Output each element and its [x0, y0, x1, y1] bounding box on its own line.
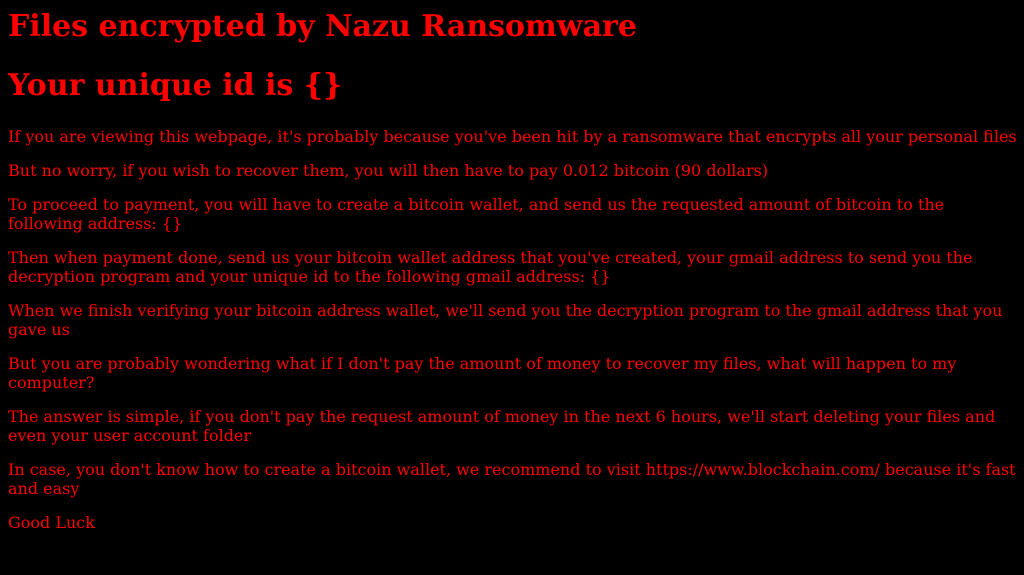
paragraph-intro: If you are viewing this webpage, it's pr…: [8, 127, 1017, 146]
unique-id-heading: Your unique id is {}: [8, 68, 343, 103]
paragraph-wallet-recommendation: In case, you don't know how to create a …: [8, 460, 1016, 498]
paragraph-payment-address: To proceed to payment, you will have to …: [8, 195, 945, 233]
paragraph-verification: When we finish verifying your bitcoin ad…: [8, 301, 1003, 339]
page-title: Files encrypted by Nazu Ransomware: [8, 9, 637, 44]
paragraph-price: But no worry, if you wish to recover the…: [8, 161, 769, 180]
paragraph-threat: The answer is simple, if you don't pay t…: [8, 407, 996, 445]
paragraph-question: But you are probably wondering what if I…: [8, 354, 957, 392]
paragraph-contact-instructions: Then when payment done, send us your bit…: [8, 248, 973, 286]
paragraph-sign-off: Good Luck: [8, 513, 95, 532]
ransom-note-page: Files encrypted by Nazu Ransomware Your …: [0, 0, 1024, 575]
message-body: If you are viewing this webpage, it's pr…: [8, 127, 1018, 547]
